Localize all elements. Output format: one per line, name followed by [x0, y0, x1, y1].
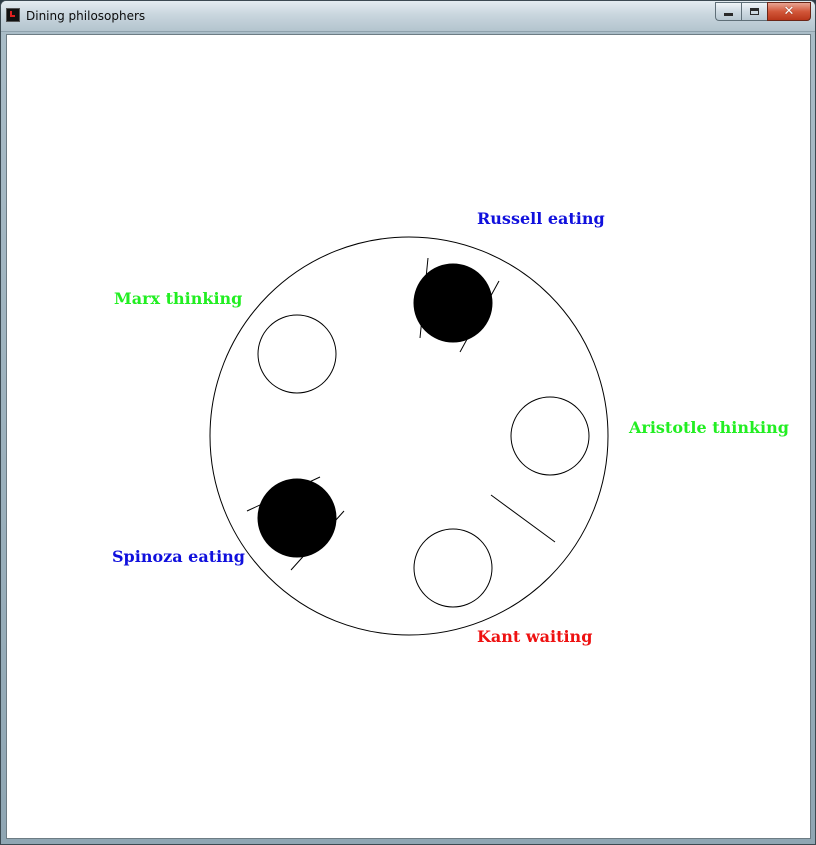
plate-kant: [413, 528, 493, 608]
title-bar[interactable]: Dining philosophers ✕: [1, 1, 815, 32]
client-area: Russell eating Aristotle thinking Kant w…: [6, 34, 811, 839]
philosopher-marx: [257, 314, 337, 394]
minimize-button[interactable]: [715, 2, 741, 21]
close-icon: ✕: [783, 4, 795, 19]
maximize-icon: [750, 8, 759, 15]
label-kant: Kant waiting: [477, 627, 593, 646]
plate-russell: [413, 263, 493, 343]
caption-buttons: ✕: [715, 2, 811, 22]
plate-marx: [257, 314, 337, 394]
philosopher-russell: [413, 263, 493, 343]
label-aristotle: Aristotle thinking: [629, 418, 789, 437]
philosopher-aristotle: [510, 396, 590, 476]
drawing-canvas: Russell eating Aristotle thinking Kant w…: [8, 36, 809, 837]
minimize-icon: [724, 13, 733, 16]
plate-spinoza: [257, 478, 337, 558]
philosopher-spinoza: [257, 478, 337, 558]
maximize-button[interactable]: [741, 2, 767, 21]
plate-aristotle: [510, 396, 590, 476]
label-marx: Marx thinking: [114, 289, 243, 308]
chopstick-aristotle-kant: [490, 494, 556, 543]
java-app-icon[interactable]: [6, 8, 20, 22]
label-spinoza: Spinoza eating: [112, 547, 245, 566]
window-title: Dining philosophers: [26, 9, 146, 23]
philosopher-kant: [413, 528, 493, 608]
close-button[interactable]: ✕: [767, 2, 811, 21]
label-russell: Russell eating: [477, 209, 605, 228]
app-window: Dining philosophers ✕ Russell eating Ari…: [0, 0, 816, 845]
